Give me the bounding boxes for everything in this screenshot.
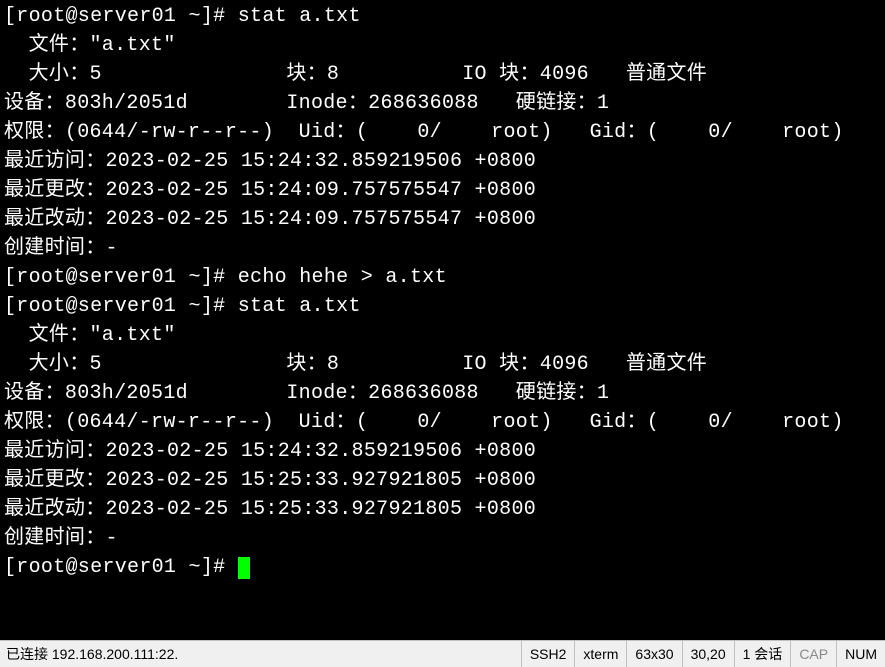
terminal-cursor[interactable] (238, 557, 250, 579)
terminal-line: 大小：5 块：8 IO 块：4096 普通文件 (4, 63, 707, 86)
status-connection: 已连接 192.168.200.111:22. (0, 644, 178, 664)
status-size: 63x30 (626, 641, 681, 667)
status-num: NUM (836, 641, 885, 667)
terminal-line: 创建时间：- (4, 527, 118, 550)
terminal-line: 大小：5 块：8 IO 块：4096 普通文件 (4, 353, 707, 376)
terminal-line: [root@server01 ~]# echo hehe > a.txt (4, 266, 447, 289)
terminal-line: 创建时间：- (4, 237, 118, 260)
terminal-line: [root@server01 ~]# stat a.txt (4, 5, 361, 28)
status-termtype: xterm (574, 641, 626, 667)
terminal-line: 最近访问：2023-02-25 15:24:32.859219506 +0800 (4, 440, 536, 463)
terminal-line: 权限：(0644/-rw-r--r--) Uid：( 0/ root) Gid：… (4, 121, 844, 144)
terminal-line: 最近改动：2023-02-25 15:24:09.757575547 +0800 (4, 208, 536, 231)
terminal-line: 权限：(0644/-rw-r--r--) Uid：( 0/ root) Gid：… (4, 411, 844, 434)
status-protocol: SSH2 (521, 641, 575, 667)
terminal-line: 文件："a.txt" (4, 324, 176, 347)
terminal-line: 最近更改：2023-02-25 15:24:09.757575547 +0800 (4, 179, 536, 202)
terminal-line: 最近更改：2023-02-25 15:25:33.927921805 +0800 (4, 469, 536, 492)
status-bar: 已连接 192.168.200.111:22. SSH2 xterm 63x30… (0, 640, 885, 667)
terminal-line: 最近访问：2023-02-25 15:24:32.859219506 +0800 (4, 150, 536, 173)
terminal-line: 设备：803h/2051d Inode：268636088 硬链接：1 (4, 382, 609, 405)
terminal-line: 设备：803h/2051d Inode：268636088 硬链接：1 (4, 92, 609, 115)
status-cap: CAP (790, 641, 836, 667)
terminal-line: 文件："a.txt" (4, 34, 176, 57)
status-sessions: 1 会话 (734, 641, 791, 667)
terminal-line: 最近改动：2023-02-25 15:25:33.927921805 +0800 (4, 498, 536, 521)
terminal-prompt: [root@server01 ~]# (4, 556, 238, 579)
terminal-output[interactable]: [root@server01 ~]# stat a.txt 文件："a.txt"… (0, 0, 885, 640)
terminal-line: [root@server01 ~]# stat a.txt (4, 295, 361, 318)
status-cursor-pos: 30,20 (682, 641, 734, 667)
